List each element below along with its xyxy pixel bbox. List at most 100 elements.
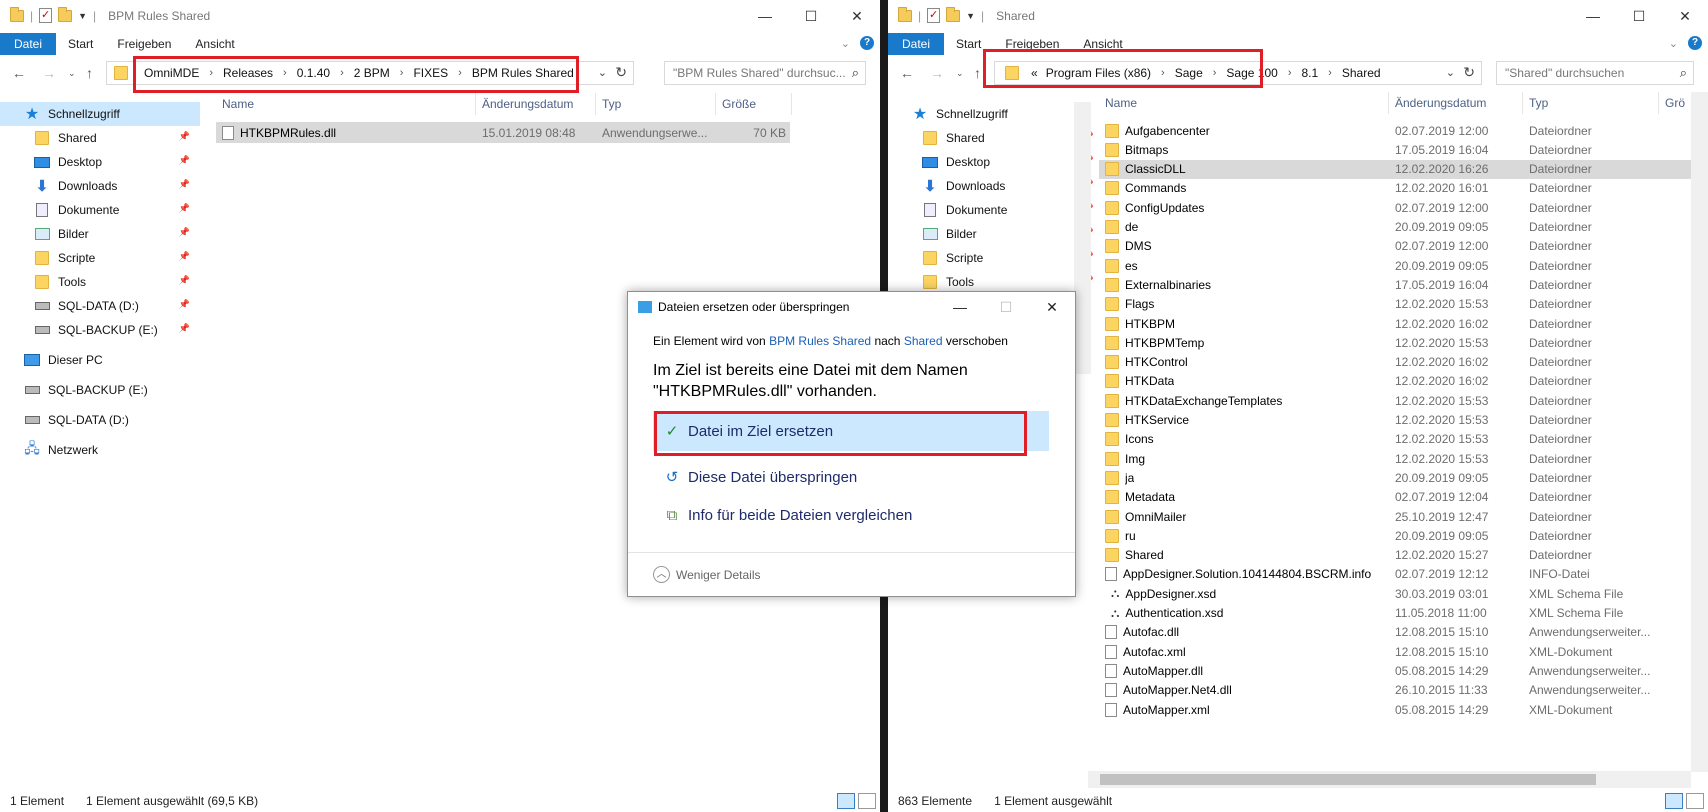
column-type[interactable]: Typ <box>596 93 716 115</box>
file-row[interactable]: Icons 12.02.2020 15:53 Dateiordner <box>1099 430 1691 449</box>
sidebar-item[interactable]: Tools 📌 <box>0 270 200 294</box>
file-row[interactable]: HTKControl 12.02.2020 16:02 Dateiordner <box>1099 353 1691 372</box>
source-link[interactable]: BPM Rules Shared <box>769 334 871 348</box>
sidebar-item[interactable]: SQL-BACKUP (E:) 📌 <box>0 318 200 342</box>
sidebar-item[interactable]: ⬇Downloads📌 <box>0 174 200 198</box>
file-row[interactable]: ⛬ Authentication.xsd 11.05.2018 11:00 XML S… <box>1099 604 1691 623</box>
file-row[interactable]: OmniMailer 25.10.2019 12:47 Dateiordner <box>1099 507 1691 526</box>
sidebar-item[interactable]: 🖧 Netzwerk <box>0 438 200 462</box>
tab-freigeben[interactable]: Freigeben <box>993 33 1071 55</box>
pin-icon[interactable]: 📌 <box>179 227 190 238</box>
breadcrumb-item[interactable]: 8.1 <box>1301 66 1318 80</box>
breadcrumb-overflow[interactable]: « <box>1031 66 1038 80</box>
pin-icon[interactable]: 📌 <box>179 179 190 190</box>
breadcrumb-item[interactable]: 2 BPM <box>354 66 390 80</box>
sidebar-item[interactable]: SQL-DATA (D:) 📌 <box>0 294 200 318</box>
less-details-button[interactable]: ︿ Weniger Details <box>653 566 760 583</box>
new-folder-icon[interactable] <box>58 6 73 22</box>
forward-arrow-icon[interactable]: → <box>42 65 56 81</box>
sidebar-item[interactable]: SQL-DATA (D:) <box>0 408 200 432</box>
maximize-button[interactable]: ☐ <box>1616 0 1662 32</box>
file-row[interactable]: Metadata 02.07.2019 12:04 Dateiordner <box>1099 488 1691 507</box>
customize-toolbar-icon[interactable]: ▼ <box>78 11 87 21</box>
folder-icon[interactable] <box>898 6 912 22</box>
large-icons-view-icon[interactable] <box>858 793 876 809</box>
sidebar-item[interactable]: Shared📌 <box>0 126 200 150</box>
file-row[interactable]: Img 12.02.2020 15:53 Dateiordner <box>1099 449 1691 468</box>
file-row[interactable]: AppDesigner.Solution.104144804.BSCRM.inf… <box>1099 565 1691 584</box>
file-row[interactable]: Autofac.xml 12.08.2015 15:10 XML-Dokument <box>1099 642 1691 661</box>
back-arrow-icon[interactable]: ← <box>12 65 26 81</box>
column-date[interactable]: Änderungsdatum <box>476 93 596 115</box>
sidebar-item[interactable]: SQL-BACKUP (E:) <box>0 378 200 402</box>
target-link[interactable]: Shared <box>904 334 943 348</box>
file-row[interactable]: HTKBPMRules.dll 15.01.2019 08:48 Anwendu… <box>216 122 790 143</box>
file-row[interactable]: HTKService 12.02.2020 15:53 Dateiordner <box>1099 411 1691 430</box>
file-row[interactable]: Bitmaps 17.05.2019 16:04 Dateiordner <box>1099 140 1691 159</box>
pin-icon[interactable]: 📌 <box>179 131 190 142</box>
sidebar-item[interactable]: ★ Schnellzugriff <box>0 102 200 126</box>
close-button[interactable]: ✕ <box>1662 0 1708 32</box>
horizontal-scrollbar[interactable] <box>1088 771 1691 788</box>
file-row[interactable]: ja 20.09.2019 09:05 Dateiordner <box>1099 468 1691 487</box>
sidebar-item[interactable]: ★ Schnellzugriff <box>888 102 1088 126</box>
forward-arrow-icon[interactable]: → <box>930 65 944 81</box>
file-row[interactable]: HTKBPM 12.02.2020 16:02 Dateiordner <box>1099 314 1691 333</box>
breadcrumb-item[interactable]: Program Files (x86) <box>1046 66 1151 80</box>
details-view-icon[interactable] <box>1665 793 1683 809</box>
new-folder-icon[interactable] <box>946 6 961 22</box>
breadcrumb-item[interactable]: Sage <box>1175 66 1203 80</box>
sidebar-item[interactable]: ⬇Downloads📌 <box>888 174 1094 198</box>
chevron-down-icon[interactable]: ⌄ <box>598 66 607 79</box>
sidebar-item[interactable]: Desktop 📌 <box>0 150 200 174</box>
chevron-right-icon[interactable]: › <box>400 67 404 79</box>
customize-toolbar-icon[interactable]: ▼ <box>966 11 975 21</box>
up-arrow-icon[interactable]: ↑ <box>974 65 981 81</box>
expand-ribbon-icon[interactable]: ⌄ <box>1669 37 1678 50</box>
help-icon[interactable]: ? <box>1688 36 1702 50</box>
tab-ansicht[interactable]: Ansicht <box>183 33 246 55</box>
breadcrumb-item[interactable]: OmniMDE <box>144 66 199 80</box>
tab-datei[interactable]: Datei <box>0 33 57 55</box>
breadcrumb-item[interactable]: Releases <box>223 66 273 80</box>
chevron-down-icon[interactable]: ⌄ <box>1446 66 1455 79</box>
chevron-right-icon[interactable]: › <box>1288 67 1292 79</box>
sidebar-item[interactable]: Bilder📌 <box>888 222 1094 246</box>
refresh-icon[interactable]: ↻ <box>615 64 627 81</box>
tab-start[interactable]: Start <box>56 33 105 55</box>
chevron-right-icon[interactable]: › <box>1213 67 1217 79</box>
search-icon[interactable]: ⌕ <box>1680 62 1687 84</box>
address-bar[interactable]: « Program Files (x86) › Sage › Sage 100 … <box>994 61 1482 85</box>
file-row[interactable]: es 20.09.2019 09:05 Dateiordner <box>1099 256 1691 275</box>
file-row[interactable]: Shared 12.02.2020 15:27 Dateiordner <box>1099 546 1691 565</box>
breadcrumb-item[interactable]: FIXES <box>413 66 448 80</box>
refresh-icon[interactable]: ↻ <box>1463 64 1475 81</box>
chevron-right-icon[interactable]: › <box>1328 67 1332 79</box>
file-row[interactable]: ClassicDLL 12.02.2020 16:26 Dateiordner <box>1099 159 1691 179</box>
sidebar-item[interactable]: Shared📌 <box>888 126 1094 150</box>
file-row[interactable]: ⛬ AppDesigner.xsd 30.03.2019 03:01 XML Sche… <box>1099 584 1691 603</box>
properties-icon[interactable]: ✓ <box>39 8 53 23</box>
file-row[interactable]: de 20.09.2019 09:05 Dateiordner <box>1099 218 1691 237</box>
back-arrow-icon[interactable]: ← <box>900 65 914 81</box>
close-button[interactable]: ✕ <box>834 0 880 32</box>
search-input[interactable]: "Shared" durchsuchen ⌕ <box>1496 61 1694 85</box>
close-button[interactable]: ✕ <box>1029 292 1075 322</box>
search-icon[interactable]: ⌕ <box>852 62 859 84</box>
tab-start[interactable]: Start <box>944 33 993 55</box>
tab-ansicht[interactable]: Ansicht <box>1071 33 1134 55</box>
file-row[interactable]: AutoMapper.xml 05.08.2015 14:29 XML-Dokume… <box>1099 700 1691 719</box>
file-row[interactable]: Autofac.dll 12.08.2015 15:10 Anwendungserw… <box>1099 623 1691 642</box>
minimize-button[interactable]: — <box>937 292 983 322</box>
file-row[interactable]: ConfigUpdates 02.07.2019 12:00 Dateiordner <box>1099 198 1691 217</box>
column-date[interactable]: Änderungsdatum <box>1389 92 1523 114</box>
pin-icon[interactable]: 📌 <box>179 251 190 262</box>
sidebar-item[interactable]: Scripte📌 <box>888 246 1094 270</box>
tab-freigeben[interactable]: Freigeben <box>105 33 183 55</box>
sidebar-item[interactable]: Scripte📌 <box>0 246 200 270</box>
chevron-right-icon[interactable]: › <box>458 67 462 79</box>
details-view-icon[interactable] <box>837 793 855 809</box>
file-row[interactable]: AutoMapper.dll 05.08.2015 14:29 Anwendungs… <box>1099 661 1691 680</box>
large-icons-view-icon[interactable] <box>1686 793 1704 809</box>
column-name[interactable]: Name <box>216 93 476 115</box>
